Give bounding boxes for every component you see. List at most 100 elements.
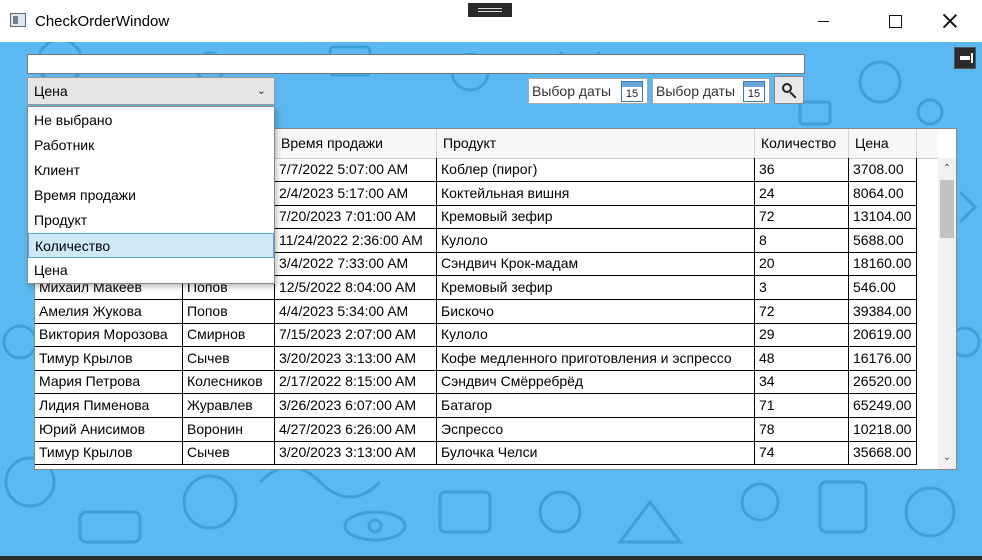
column-header[interactable]: Продукт [437,129,755,158]
table-cell: 34 [755,370,849,394]
calendar-day: 15 [625,88,639,100]
table-cell: 39384.00 [849,299,917,323]
table-cell: 48 [755,346,849,370]
table-cell: Юрий Анисимов [35,417,183,441]
table-cell: 74 [755,441,849,465]
column-header[interactable]: Количество [755,129,849,158]
drag-grip-icon[interactable] [468,3,512,17]
table-row[interactable]: Тимур Крылов Сычев 3/20/2023 3:13:00 AM Бул… [35,441,917,466]
table-cell: 26520.00 [849,370,917,394]
dropdown-option[interactable]: Время продажи [28,183,274,208]
table-cell: 3/20/2023 3:13:00 AM [275,346,437,370]
table-cell: Сэндвич Смёрребрёд [437,370,755,394]
calendar-icon[interactable]: 15 [743,81,765,102]
table-cell: 5688.00 [849,228,917,252]
scroll-down-icon[interactable]: ⌄ [938,449,956,467]
filter-combobox[interactable]: Цена ⌄ [27,77,275,105]
table-row[interactable]: Юрий Анисимов Воронин 4/27/2023 6:26:00 AM… [35,417,917,442]
search-icon-handle [789,91,797,99]
maximize-button[interactable] [872,0,918,42]
table-cell: 12/5/2022 8:04:00 AM [275,276,437,299]
table-cell: Сычев [183,346,275,370]
table-cell: 72 [755,299,849,323]
table-cell: Коблер (пирог) [437,158,755,181]
scrollbar-thumb[interactable] [940,180,954,238]
table-cell: Кулоло [437,228,755,252]
table-cell: 3/4/2022 7:33:00 AM [275,252,437,276]
table-row[interactable]: Мария Петрова Колесников 2/17/2022 8:15:00… [35,370,917,395]
table-cell: 8064.00 [849,181,917,205]
table-cell: 4/27/2023 6:26:00 AM [275,417,437,441]
table-cell: Колесников [183,370,275,394]
search-button[interactable] [774,76,804,104]
exit-icon [960,53,973,63]
table-cell: 16176.00 [849,346,917,370]
filter-dropdown-list: Не выбрано Работник Клиент Время продажи Про… [27,106,275,284]
table-cell: Кофе медленного приготовления и эспрессо [437,346,755,370]
table-cell: Мария Петрова [35,370,183,394]
table-cell: Смирнов [183,323,275,347]
table-cell: Тимур Крылов [35,441,183,465]
column-header[interactable]: Время продажи [275,129,437,158]
table-cell: 7/15/2023 2:07:00 AM [275,323,437,347]
table-cell: 2/4/2023 5:17:00 AM [275,181,437,205]
table-cell: Коктейльная вишня [437,181,755,205]
table-cell: Сычев [183,441,275,465]
dropdown-option[interactable]: Количество [28,233,274,258]
table-cell: 3 [755,276,849,299]
table-row[interactable]: Тимур Крылов Сычев 3/20/2023 3:13:00 AM Коф… [35,346,917,371]
table-cell: 7/7/2022 5:07:00 AM [275,158,437,181]
table-cell: 3/26/2023 6:07:00 AM [275,394,437,417]
table-cell: 7/20/2023 7:01:00 AM [275,205,437,229]
table-cell: 20619.00 [849,323,917,347]
table-cell: 29 [755,323,849,347]
table-cell: 13104.00 [849,205,917,229]
table-cell: Бискочо [437,299,755,323]
table-cell: Попов [183,299,275,323]
table-cell: 36 [755,158,849,181]
table-cell: Амелия Жукова [35,299,183,323]
client-area: Цена ⌄ Выбор даты 15 Выбор даты 15 Клиен… [0,42,982,556]
date-to-picker[interactable]: Выбор даты 15 [652,78,770,104]
minimize-button[interactable] [800,0,846,42]
app-icon [10,13,26,27]
dropdown-option[interactable]: Продукт [28,208,274,233]
table-cell: 35668.00 [849,441,917,465]
date-from-picker[interactable]: Выбор даты 15 [528,78,648,104]
table-cell: Булочка Челси [437,441,755,465]
minimize-icon [817,20,829,22]
scroll-up-icon[interactable]: ⌃ [938,160,956,178]
dropdown-option[interactable]: Клиент [28,158,274,183]
title-bar[interactable]: CheckOrderWindow [0,0,982,42]
search-input[interactable] [27,54,805,74]
calendar-icon[interactable]: 15 [621,81,643,102]
table-cell: 18160.00 [849,252,917,276]
table-cell: Батагор [437,394,755,417]
close-button[interactable] [927,0,973,42]
close-icon [943,14,957,28]
table-row[interactable]: Амелия Жукова Попов 4/4/2023 5:34:00 AM Бис… [35,299,917,324]
dropdown-option[interactable]: Не выбрано [28,108,274,133]
table-row[interactable]: Лидия Пименова Журавлев 3/26/2023 6:07:00 … [35,394,917,418]
table-cell: 546.00 [849,276,917,299]
table-cell: 4/4/2023 5:34:00 AM [275,299,437,323]
table-cell: Кулоло [437,323,755,347]
window-title: CheckOrderWindow [35,13,170,30]
chevron-down-icon: ⌄ [256,85,266,97]
vertical-scrollbar[interactable]: ⌃ ⌄ [938,158,956,469]
table-cell: Кремовый зефир [437,276,755,299]
table-cell: 3/20/2023 3:13:00 AM [275,441,437,465]
maximize-icon [888,14,902,28]
dropdown-option[interactable]: Работник [28,133,274,158]
dropdown-option[interactable]: Цена [28,258,274,283]
table-cell: 65249.00 [849,394,917,417]
filter-selected-value: Цена [34,83,68,99]
table-cell: Эспрессо [437,417,755,441]
table-cell: 11/24/2022 2:36:00 AM [275,228,437,252]
exit-button[interactable] [954,47,976,69]
table-row[interactable]: Виктория Морозова Смирнов 7/15/2023 2:07:0… [35,323,917,348]
table-cell: Виктория Морозова [35,323,183,347]
column-header[interactable]: Цена [849,129,917,158]
table-cell: 78 [755,417,849,441]
calendar-day: 15 [747,88,761,100]
